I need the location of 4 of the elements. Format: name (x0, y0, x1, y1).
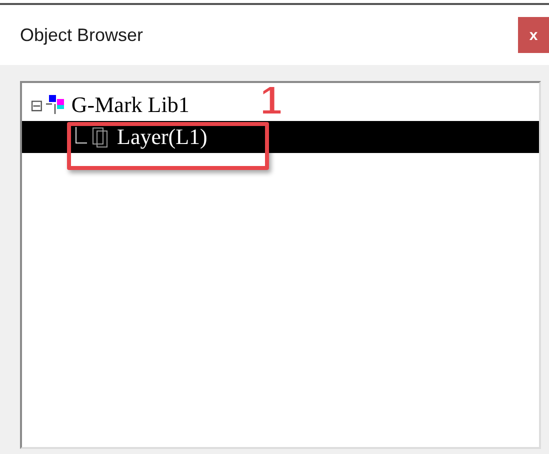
close-button[interactable]: x (518, 17, 549, 53)
tree-item[interactable]: Layer(L1) (22, 121, 539, 153)
window-title: Object Browser (20, 24, 144, 46)
collapse-icon[interactable]: ⊟ (30, 96, 44, 114)
